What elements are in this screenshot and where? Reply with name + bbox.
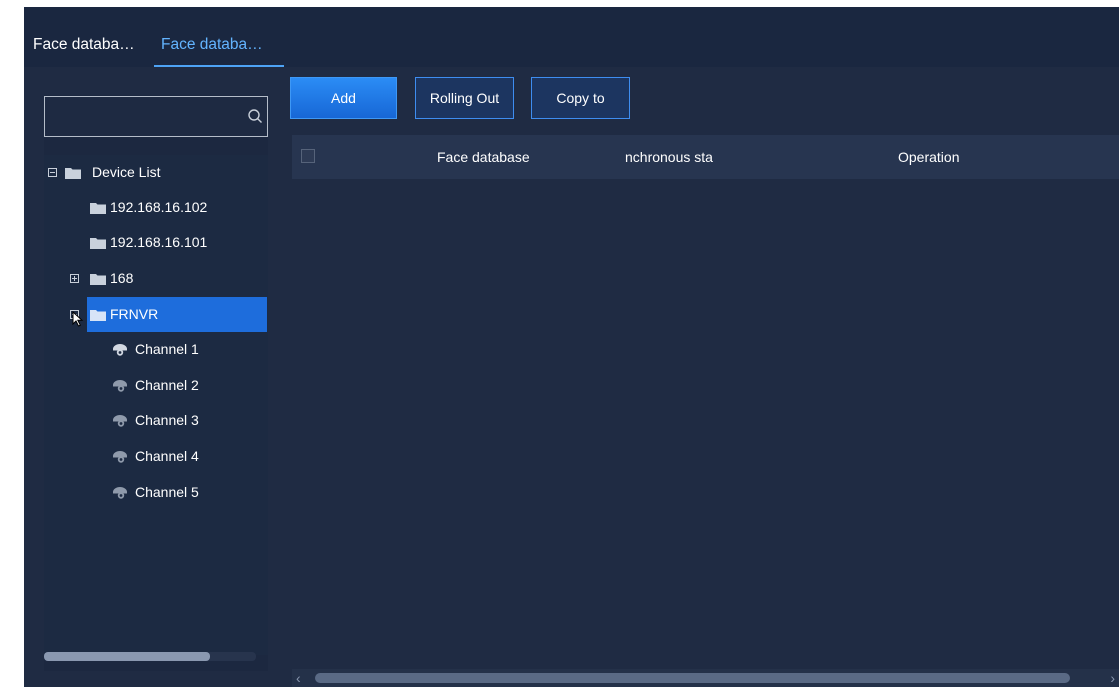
tree-node-label: FRNVR xyxy=(110,306,159,322)
scroll-right-arrow-icon[interactable]: › xyxy=(1110,669,1115,687)
collapse-icon[interactable] xyxy=(48,168,57,177)
folder-icon xyxy=(90,310,106,321)
expand-icon[interactable] xyxy=(70,274,79,283)
camera-online-icon xyxy=(113,344,127,356)
tab-bar: Face databa… Face databa… xyxy=(24,7,1119,67)
tree-node-label: Channel 3 xyxy=(135,412,199,428)
camera-offline-icon xyxy=(113,451,127,463)
column-header-synchronous-status[interactable]: nchronous sta xyxy=(625,135,745,179)
copy-to-button[interactable]: Copy to xyxy=(531,77,630,119)
folder-icon xyxy=(65,168,81,179)
tree-node-label: Channel 5 xyxy=(135,484,199,500)
select-all-checkbox[interactable] xyxy=(301,149,315,163)
mouse-cursor-icon xyxy=(72,311,84,327)
rolling-out-button[interactable]: Rolling Out xyxy=(415,77,514,119)
tree-node-label: Channel 4 xyxy=(135,448,199,464)
scroll-left-arrow-icon[interactable]: ‹ xyxy=(296,669,301,687)
folder-icon xyxy=(90,203,106,214)
column-header-face-database[interactable]: Face database xyxy=(437,135,530,179)
scrollbar-thumb[interactable] xyxy=(44,652,210,661)
app-window: Face databa… Face databa… Device List 19… xyxy=(24,7,1119,687)
face-database-table: Face database nchronous sta Operation xyxy=(292,135,1119,665)
tree-node-label: 168 xyxy=(110,270,134,286)
camera-offline-icon xyxy=(113,487,127,499)
tree-node-label: 192.168.16.102 xyxy=(110,199,208,215)
table-horizontal-scrollbar[interactable]: ‹ › xyxy=(292,669,1119,687)
tree-node-label: Channel 1 xyxy=(135,341,199,357)
camera-offline-icon xyxy=(113,380,127,392)
table-header: Face database nchronous sta Operation xyxy=(292,135,1119,179)
tree-node-label: Channel 2 xyxy=(135,377,199,393)
tab-face-database-2[interactable]: Face databa… xyxy=(161,36,263,54)
tree-node-label: 192.168.16.101 xyxy=(110,234,208,250)
search-icon[interactable] xyxy=(247,108,263,124)
folder-icon xyxy=(90,274,106,285)
tree-horizontal-scrollbar[interactable] xyxy=(44,652,256,661)
device-search-input[interactable] xyxy=(44,96,268,137)
add-button[interactable]: Add xyxy=(290,77,397,119)
scrollbar-thumb[interactable] xyxy=(315,673,1070,683)
folder-icon xyxy=(90,238,106,249)
tree-node-label: Device List xyxy=(92,164,161,180)
tab-face-database-1[interactable]: Face databa… xyxy=(33,36,135,54)
column-header-operation[interactable]: Operation xyxy=(898,135,959,179)
camera-offline-icon xyxy=(113,415,127,427)
